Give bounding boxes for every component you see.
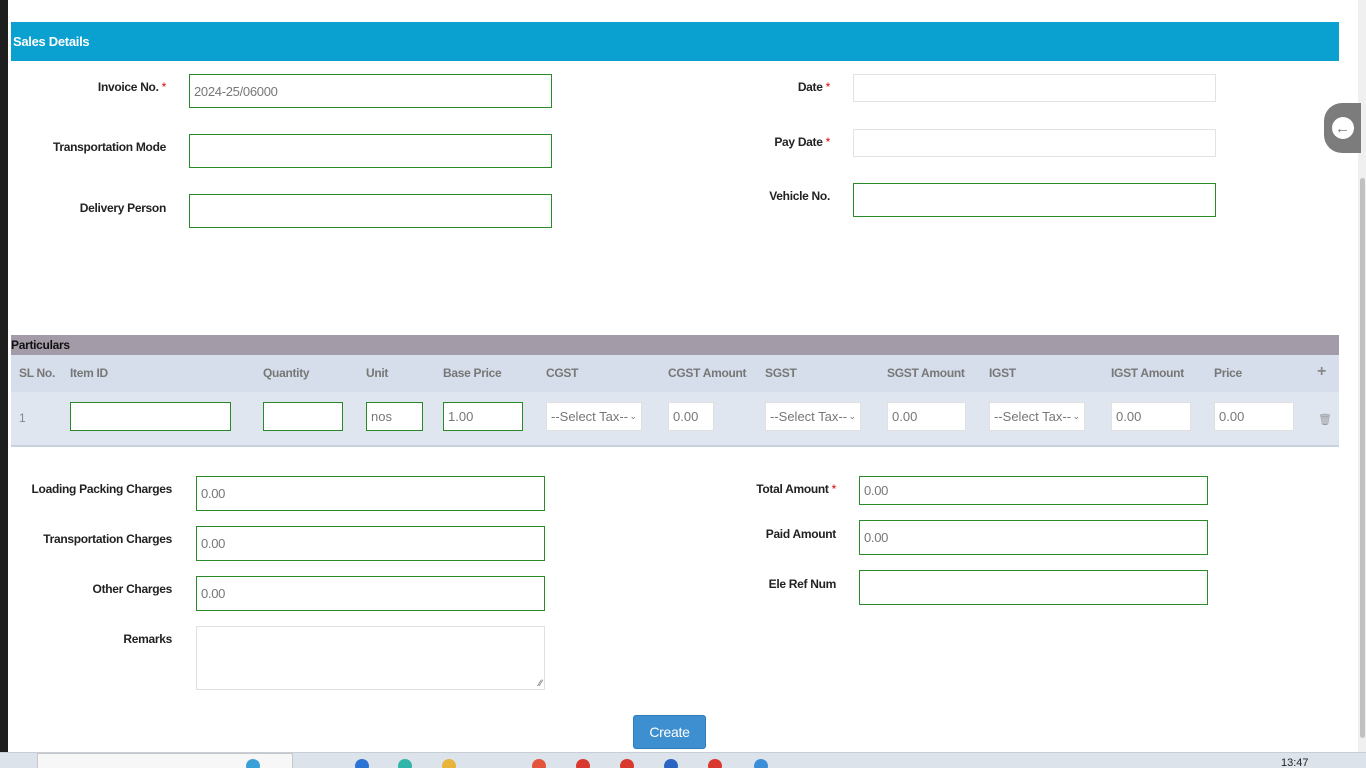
transportation-mode-label: Transportation Mode xyxy=(53,140,166,154)
loading-packing-input[interactable]: 0.00 xyxy=(196,476,545,511)
pay-date-label: Pay Date * xyxy=(774,135,831,149)
remarks-textarea[interactable]: ∕∕ xyxy=(196,626,545,690)
remarks-label: Remarks xyxy=(123,632,172,646)
invoice-label: Invoice No. * xyxy=(97,80,167,94)
price-input[interactable]: 0.00 xyxy=(1214,402,1294,431)
paid-amount-input[interactable]: 0.00 xyxy=(859,520,1208,555)
invoice-value: 2024-25/06000 xyxy=(194,83,278,99)
arrow-left-icon: ← xyxy=(1331,117,1354,139)
sgst-select-value: --Select Tax-- xyxy=(770,409,848,424)
total-amount-input[interactable]: 0.00 xyxy=(859,476,1208,505)
back-button[interactable]: ← xyxy=(1324,103,1361,153)
app-icon[interactable] xyxy=(532,759,546,768)
chevron-down-icon: ⌄ xyxy=(848,411,856,421)
transportation-charges-input[interactable]: 0.00 xyxy=(196,526,545,561)
other-charges-label: Other Charges xyxy=(92,582,173,596)
os-taskbar: 13:47 xyxy=(0,752,1366,768)
resize-handle-icon[interactable]: ∕∕ xyxy=(539,678,542,688)
unit-input[interactable]: nos xyxy=(366,402,423,431)
app-icon[interactable] xyxy=(754,759,768,768)
sgst-select[interactable]: --Select Tax-- ⌄ xyxy=(765,402,861,431)
chevron-down-icon: ⌄ xyxy=(1072,411,1080,421)
row-sl-no: 1 xyxy=(19,411,26,425)
col-sgst-amount: SGST Amount xyxy=(887,366,965,380)
app-icon[interactable] xyxy=(398,759,412,768)
col-cgst: CGST xyxy=(546,366,579,380)
col-sgst: SGST xyxy=(765,366,797,380)
col-sl-no: SL No. xyxy=(19,366,55,380)
col-price: Price xyxy=(1214,366,1242,380)
ele-ref-num-label: Ele Ref Num xyxy=(768,577,837,591)
sales-details-header: Sales Details xyxy=(11,22,1339,61)
particulars-header: Particulars xyxy=(11,335,1339,355)
scrollbar-thumb[interactable] xyxy=(1360,178,1365,738)
col-item-id: Item ID xyxy=(70,366,108,380)
quantity-input[interactable] xyxy=(263,402,343,431)
total-amount-label: Total Amount * xyxy=(756,482,837,496)
igst-select[interactable]: --Select Tax-- ⌄ xyxy=(989,402,1085,431)
loading-packing-label: Loading Packing Charges xyxy=(31,482,173,496)
taskbar-clock: 13:47 xyxy=(1281,757,1309,768)
col-quantity: Quantity xyxy=(263,366,310,380)
app-icon[interactable] xyxy=(664,759,678,768)
delivery-person-input[interactable] xyxy=(189,194,552,228)
igst-select-value: --Select Tax-- xyxy=(994,409,1072,424)
cgst-select[interactable]: --Select Tax-- ⌄ xyxy=(546,402,642,431)
col-base-price: Base Price xyxy=(443,366,502,380)
required-mark: * xyxy=(825,135,831,149)
plus-icon[interactable]: + xyxy=(1317,363,1326,381)
date-input[interactable] xyxy=(853,74,1216,102)
col-igst: IGST xyxy=(989,366,1016,380)
col-unit: Unit xyxy=(366,366,389,380)
chrome-icon[interactable] xyxy=(708,759,722,768)
date-label: Date * xyxy=(797,80,831,94)
cgst-amount-input[interactable]: 0.00 xyxy=(668,402,714,431)
trash-icon[interactable]: 🗑 xyxy=(1318,413,1332,426)
app-icon[interactable] xyxy=(355,759,369,768)
vehicle-no-label: Vehicle No. xyxy=(769,189,830,203)
chrome-icon[interactable] xyxy=(620,759,634,768)
pay-date-input[interactable] xyxy=(853,129,1216,157)
folder-icon[interactable] xyxy=(442,759,456,768)
item-id-input[interactable] xyxy=(70,402,231,431)
base-price-input[interactable]: 1.00 xyxy=(443,402,523,431)
igst-amount-input[interactable]: 0.00 xyxy=(1111,402,1191,431)
vehicle-no-input[interactable] xyxy=(853,183,1216,217)
col-igst-amount: IGST Amount xyxy=(1111,366,1184,380)
cgst-select-value: --Select Tax-- xyxy=(551,409,629,424)
window-edge xyxy=(0,0,8,752)
col-cgst-amount: CGST Amount xyxy=(668,366,747,380)
transportation-mode-input[interactable] xyxy=(189,134,552,168)
chrome-icon[interactable] xyxy=(576,759,590,768)
ele-ref-num-input[interactable] xyxy=(859,570,1208,605)
invoice-input[interactable]: 2024-25/06000 xyxy=(189,74,552,108)
transportation-charges-label: Transportation Charges xyxy=(43,532,172,546)
app-icon[interactable] xyxy=(246,759,260,768)
required-mark: * xyxy=(825,80,831,94)
other-charges-input[interactable]: 0.00 xyxy=(196,576,545,611)
create-button[interactable]: Create xyxy=(633,715,706,749)
required-mark: * xyxy=(831,482,837,496)
required-mark: * xyxy=(161,80,167,94)
sgst-amount-input[interactable]: 0.00 xyxy=(887,402,966,431)
chevron-down-icon: ⌄ xyxy=(629,411,637,421)
delivery-person-label: Delivery Person xyxy=(79,201,167,215)
paid-amount-label: Paid Amount xyxy=(765,527,837,541)
